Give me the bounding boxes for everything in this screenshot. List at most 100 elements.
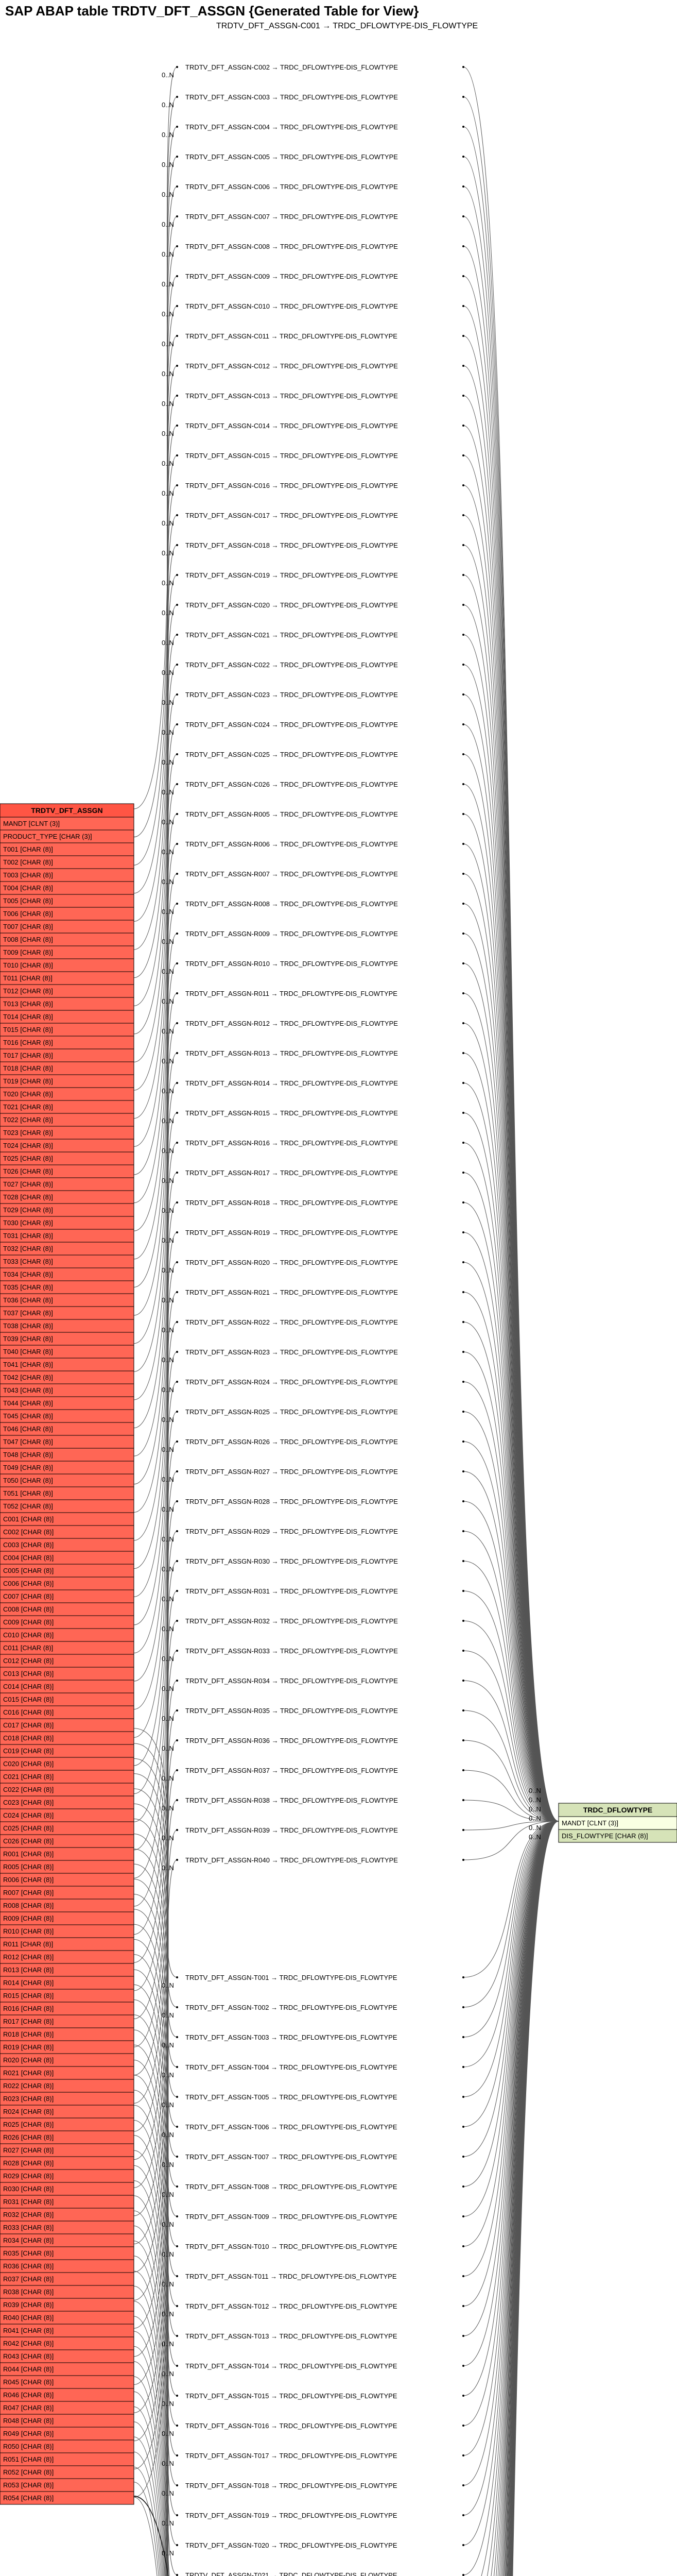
left-table-row-24: T023 [CHAR (8)] [3, 1129, 53, 1137]
left-table-row-65: C012 [CHAR (8)] [3, 1657, 54, 1665]
edge-label-g1-52: TRDTV_DFT_ASSGN-R032 → TRDC_DFLOWTYPE-DI… [185, 1617, 398, 1625]
left-table-row-121: R045 [CHAR (8)] [3, 2378, 54, 2386]
cardinality-left: 0..N [162, 938, 174, 945]
cardinality-left: 0..N [162, 2370, 174, 2378]
edge-label-g1-14: TRDTV_DFT_ASSGN-C016 → TRDC_DFLOWTYPE-DI… [185, 482, 398, 489]
cardinality-left: 0..N [162, 2340, 174, 2348]
edge-label-g1-6: TRDTV_DFT_ASSGN-C008 → TRDC_DFLOWTYPE-DI… [185, 243, 398, 250]
cardinality-left: 0..N [162, 1744, 174, 1752]
edge-label-g1-47: TRDTV_DFT_ASSGN-R027 → TRDC_DFLOWTYPE-DI… [185, 1468, 398, 1476]
left-table-row-58: C005 [CHAR (8)] [3, 1567, 54, 1574]
left-table-row-57: C004 [CHAR (8)] [3, 1554, 54, 1562]
left-table-row-19: T018 [CHAR (8)] [3, 1064, 53, 1072]
left-table-row-12: T011 [CHAR (8)] [3, 974, 53, 982]
cardinality-left: 0..N [162, 2101, 174, 2109]
cardinality-left: 0..N [162, 788, 174, 796]
left-table-row-17: T016 [CHAR (8)] [3, 1039, 53, 1046]
cardinality-left: 0..N [162, 968, 174, 975]
left-table-row-112: R036 [CHAR (8)] [3, 2262, 54, 2270]
left-table-row-30: T029 [CHAR (8)] [3, 1206, 53, 1214]
cardinality-left: 0..N [162, 370, 174, 378]
cardinality-left: 0..N [162, 2460, 174, 2467]
left-table-row-77: C024 [CHAR (8)] [3, 1811, 54, 1819]
edge-label-g1-60: TRDTV_DFT_ASSGN-R040 → TRDC_DFLOWTYPE-DI… [185, 1856, 398, 1864]
edge-label-g1-50: TRDTV_DFT_ASSGN-R030 → TRDC_DFLOWTYPE-DI… [185, 1557, 398, 1565]
cardinality-right-cluster: 0..N [529, 1787, 541, 1794]
left-table-row-46: T045 [CHAR (8)] [3, 1412, 53, 1420]
edge-label-g1-42: TRDTV_DFT_ASSGN-R022 → TRDC_DFLOWTYPE-DI… [185, 1318, 398, 1326]
left-table-row-62: C009 [CHAR (8)] [3, 1618, 54, 1626]
edge-label-g1-35: TRDTV_DFT_ASSGN-R015 → TRDC_DFLOWTYPE-DI… [185, 1109, 398, 1117]
left-table-row-15: T014 [CHAR (8)] [3, 1013, 53, 1021]
left-table-row-84: R008 [CHAR (8)] [3, 1902, 54, 1909]
cardinality-left: 0..N [162, 669, 174, 676]
edge-label-g1-34: TRDTV_DFT_ASSGN-R014 → TRDC_DFLOWTYPE-DI… [185, 1079, 398, 1087]
left-table-row-26: T025 [CHAR (8)] [3, 1155, 53, 1162]
edge-label-g1-58: TRDTV_DFT_ASSGN-R038 → TRDC_DFLOWTYPE-DI… [185, 1797, 398, 1804]
page-subtitle: TRDTV_DFT_ASSGN-C001 → TRDC_DFLOWTYPE-DI… [216, 22, 478, 30]
cardinality-left: 0..N [162, 818, 174, 826]
edge-label-g1-1: TRDTV_DFT_ASSGN-C003 → TRDC_DFLOWTYPE-DI… [185, 93, 398, 101]
left-table-row-94: R018 [CHAR (8)] [3, 2030, 54, 2038]
left-table-row-105: R029 [CHAR (8)] [3, 2172, 54, 2180]
cardinality-left: 0..N [162, 2041, 174, 2049]
left-table-row-16: T015 [CHAR (8)] [3, 1026, 53, 1033]
cardinality-right-cluster: 0..N [529, 1796, 541, 1804]
cardinality-left: 0..N [162, 2131, 174, 2139]
left-table-row-93: R017 [CHAR (8)] [3, 2018, 54, 2025]
edge-label-g2-13: TRDTV_DFT_ASSGN-T014 → TRDC_DFLOWTYPE-DI… [185, 2362, 397, 2370]
edge-label-g2-20: TRDTV_DFT_ASSGN-T021 → TRDC_DFLOWTYPE-DI… [185, 2571, 397, 2576]
cardinality-left: 0..N [162, 1476, 174, 1483]
edge-label-g1-21: TRDTV_DFT_ASSGN-C023 → TRDC_DFLOWTYPE-DI… [185, 691, 398, 699]
cardinality-left: 0..N [162, 1117, 174, 1125]
edge-label-g1-44: TRDTV_DFT_ASSGN-R024 → TRDC_DFLOWTYPE-DI… [185, 1378, 398, 1386]
edge-label-g1-57: TRDTV_DFT_ASSGN-R037 → TRDC_DFLOWTYPE-DI… [185, 1767, 398, 1774]
cardinality-left: 0..N [162, 1446, 174, 1453]
left-table-row-72: C019 [CHAR (8)] [3, 1747, 54, 1755]
left-table-row-51: T050 [CHAR (8)] [3, 1477, 53, 1484]
edge-label-g1-51: TRDTV_DFT_ASSGN-R031 → TRDC_DFLOWTYPE-DI… [185, 1587, 398, 1595]
edge-label-g1-0: TRDTV_DFT_ASSGN-C002 → TRDC_DFLOWTYPE-DI… [185, 63, 398, 71]
left-table-row-127: R051 [CHAR (8)] [3, 2455, 54, 2463]
edge-label-g1-33: TRDTV_DFT_ASSGN-R013 → TRDC_DFLOWTYPE-DI… [185, 1049, 398, 1057]
left-table-row-73: C020 [CHAR (8)] [3, 1760, 54, 1768]
edge-label-g1-17: TRDTV_DFT_ASSGN-C019 → TRDC_DFLOWTYPE-DI… [185, 571, 398, 579]
cardinality-left: 0..N [162, 1326, 174, 1334]
left-table-row-75: C022 [CHAR (8)] [3, 1786, 54, 1793]
left-table-row-42: T041 [CHAR (8)] [3, 1361, 53, 1368]
left-table-row-100: R024 [CHAR (8)] [3, 2108, 54, 2115]
left-table-row-119: R043 [CHAR (8)] [3, 2352, 54, 2360]
edge-label-g2-3: TRDTV_DFT_ASSGN-T004 → TRDC_DFLOWTYPE-DI… [185, 2063, 397, 2071]
left-table-row-27: T026 [CHAR (8)] [3, 1167, 53, 1175]
left-table-row-60: C007 [CHAR (8)] [3, 1592, 54, 1600]
left-table-row-2: T001 [CHAR (8)] [3, 845, 53, 853]
left-table-row-85: R009 [CHAR (8)] [3, 1914, 54, 1922]
left-table-row-56: C003 [CHAR (8)] [3, 1541, 54, 1549]
cardinality-left: 0..N [162, 878, 174, 886]
cardinality-left: 0..N [162, 1864, 174, 1872]
left-table-row-81: R005 [CHAR (8)] [3, 1863, 54, 1871]
left-table-row-43: T042 [CHAR (8)] [3, 1374, 53, 1381]
right-top-table: TRDC_DFLOWTYPEMANDT [CLNT (3)]DIS_FLOWTY… [559, 1803, 677, 1842]
left-table-row-29: T028 [CHAR (8)] [3, 1193, 53, 1201]
cardinality-left: 0..N [162, 908, 174, 916]
cardinality-left: 0..N [162, 1655, 174, 1663]
cardinality-left: 0..N [162, 280, 174, 288]
edge-label-g2-8: TRDTV_DFT_ASSGN-T009 → TRDC_DFLOWTYPE-DI… [185, 2213, 397, 2221]
left-table-row-98: R022 [CHAR (8)] [3, 2082, 54, 2090]
edge-label-g1-49: TRDTV_DFT_ASSGN-R029 → TRDC_DFLOWTYPE-DI… [185, 1528, 398, 1535]
cardinality-left: 0..N [162, 1715, 174, 1722]
cardinality-left: 0..N [162, 1147, 174, 1155]
edge-label-g1-19: TRDTV_DFT_ASSGN-C021 → TRDC_DFLOWTYPE-DI… [185, 631, 398, 639]
left-table-row-48: T047 [CHAR (8)] [3, 1438, 53, 1446]
cardinality-left: 0..N [162, 549, 174, 557]
edge-label-g1-18: TRDTV_DFT_ASSGN-C020 → TRDC_DFLOWTYPE-DI… [185, 601, 398, 609]
left-table-row-107: R031 [CHAR (8)] [3, 2198, 54, 2206]
cardinality-left: 0..N [162, 2310, 174, 2318]
edge-label-g2-6: TRDTV_DFT_ASSGN-T007 → TRDC_DFLOWTYPE-DI… [185, 2153, 397, 2161]
left-table-row-40: T039 [CHAR (8)] [3, 1335, 53, 1343]
left-table-row-83: R007 [CHAR (8)] [3, 1889, 54, 1896]
left-table-row-109: R033 [CHAR (8)] [3, 2224, 54, 2231]
cardinality-left: 0..N [162, 2221, 174, 2228]
edge-label-g1-32: TRDTV_DFT_ASSGN-R012 → TRDC_DFLOWTYPE-DI… [185, 1020, 398, 1027]
